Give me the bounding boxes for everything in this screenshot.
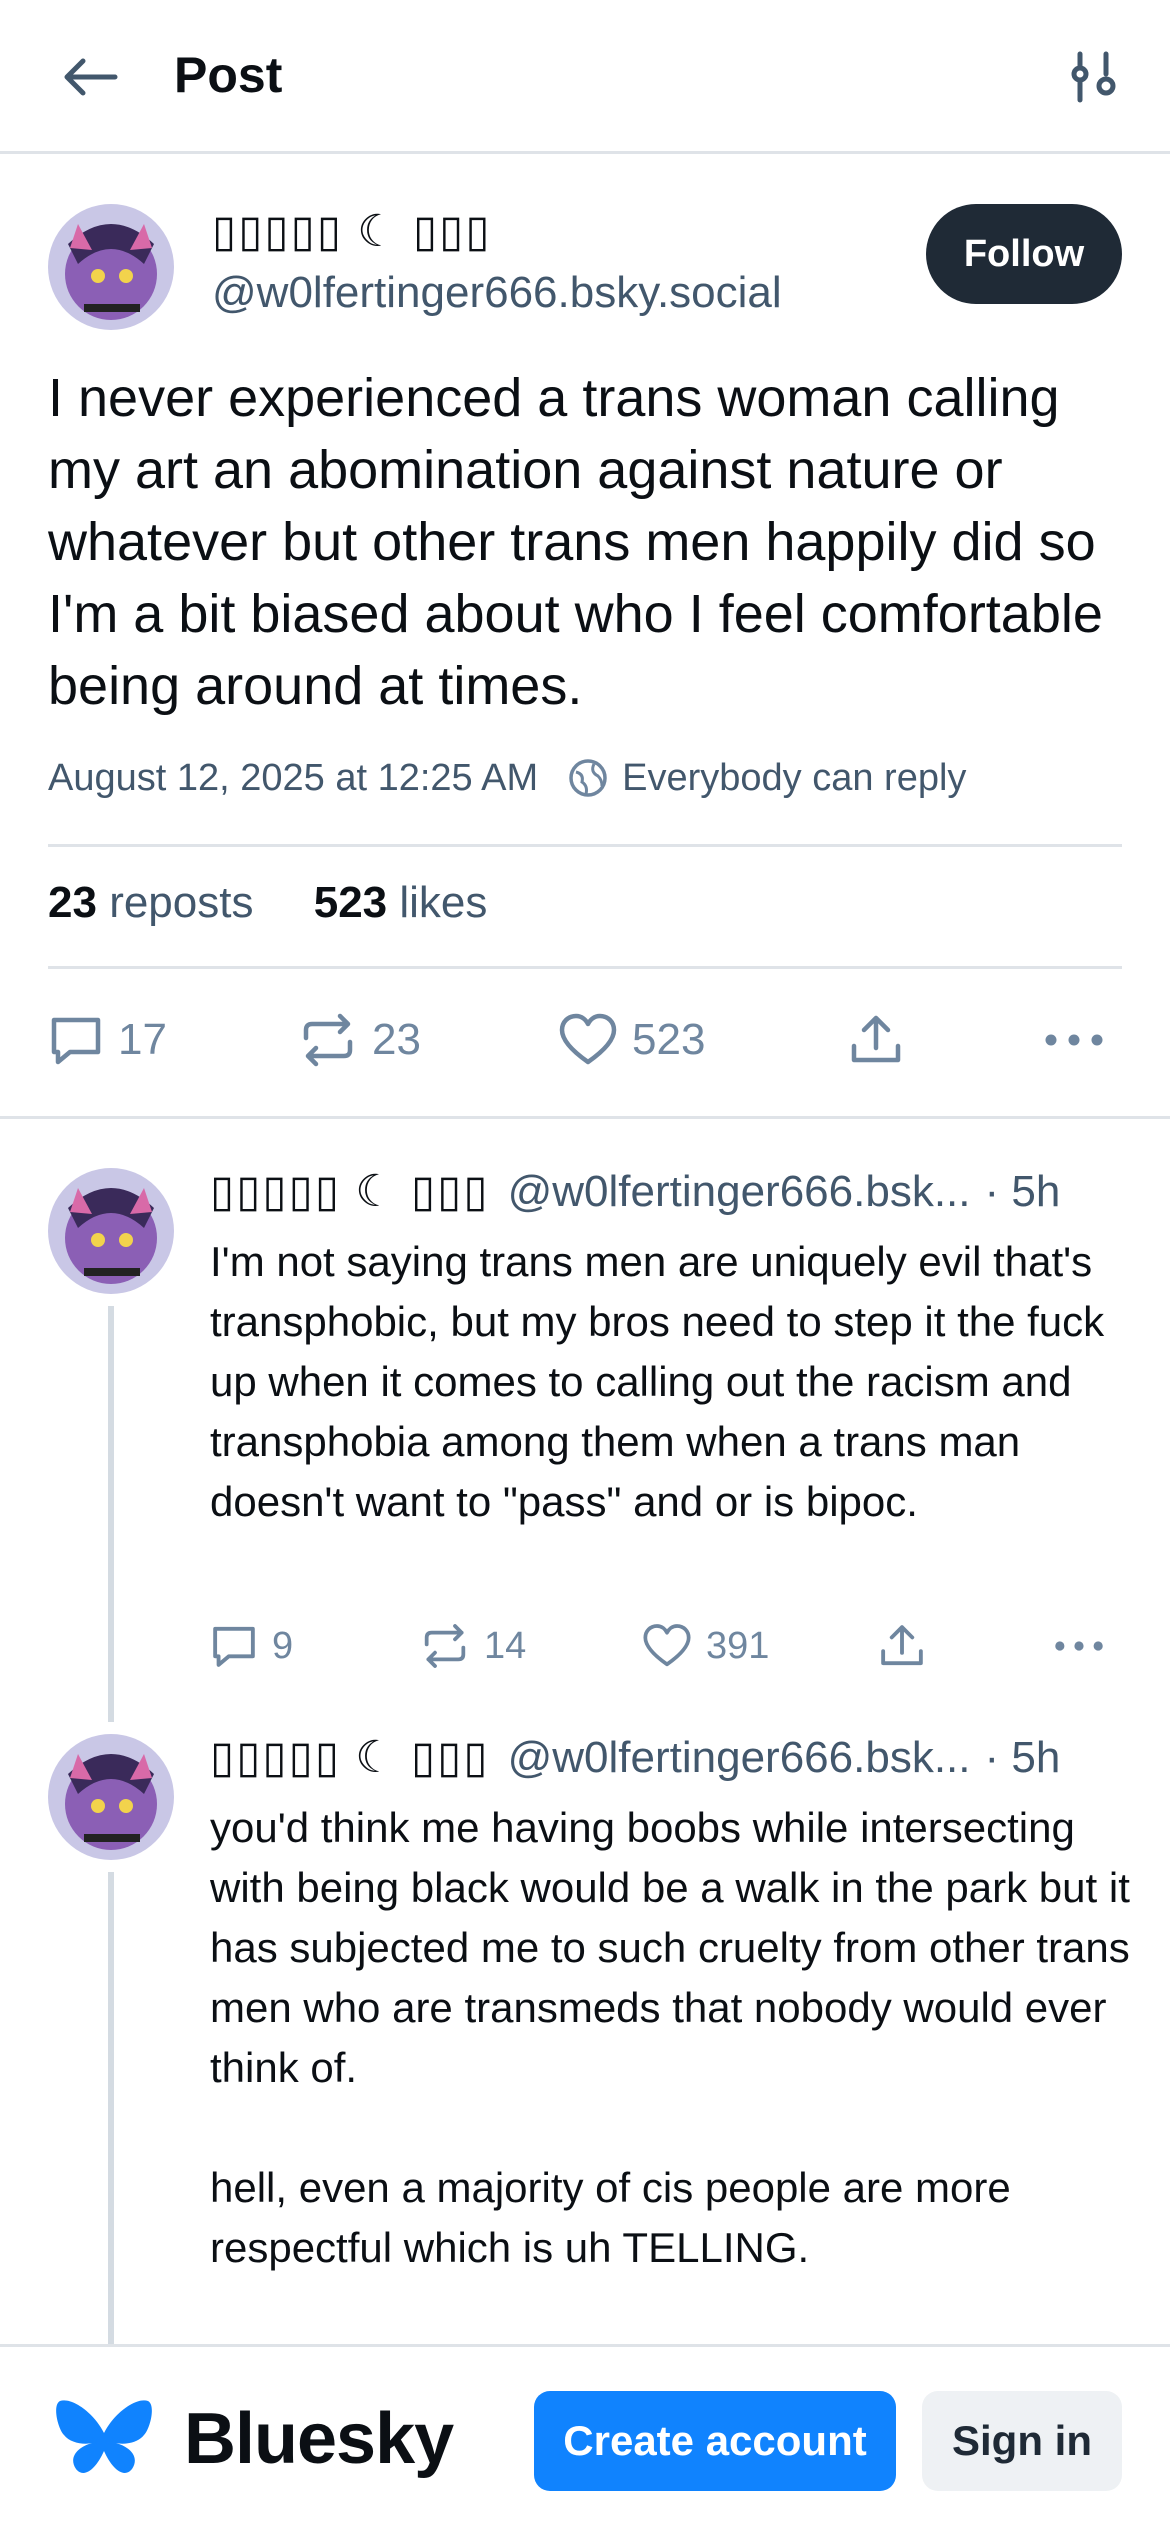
reply-avatar[interactable] xyxy=(48,1734,174,1860)
reply-handle[interactable]: @w0lfertinger666.bsk... xyxy=(508,1167,971,1217)
reply-button[interactable]: 9 xyxy=(210,1622,420,1670)
share-icon xyxy=(851,1015,901,1063)
reply-setting-label[interactable]: Everybody can reply xyxy=(622,757,966,800)
share-button[interactable] xyxy=(848,1012,1028,1068)
like-button[interactable]: 523 xyxy=(558,1012,848,1068)
reply-count: 17 xyxy=(118,1015,167,1064)
thread-settings-button[interactable] xyxy=(1056,40,1130,114)
share-button[interactable] xyxy=(878,1622,1038,1670)
divider xyxy=(48,844,1122,847)
reply-text: you'd think me having boobs while inters… xyxy=(210,1804,1130,2271)
reply-icon xyxy=(213,1626,255,1667)
repost-button[interactable]: 14 xyxy=(420,1622,642,1670)
like-count: 391 xyxy=(706,1624,770,1667)
thread-line xyxy=(108,1306,114,1722)
reply-age[interactable]: · 5h xyxy=(985,1167,1061,1217)
reply-display-name[interactable]: ▯▯▯▯▯ ☾ ▯▯▯ xyxy=(210,1166,490,1217)
reply-header: ▯▯▯▯▯ ☾ ▯▯▯ @w0lfertinger666.bsk... · 5h xyxy=(210,1732,1060,1783)
reply-display-name[interactable]: ▯▯▯▯▯ ☾ ▯▯▯ xyxy=(210,1732,490,1783)
top-bar: Post xyxy=(0,0,1170,154)
thread-line xyxy=(108,1872,114,2344)
reply-handle[interactable]: @w0lfertinger666.bsk... xyxy=(508,1733,971,1783)
divider xyxy=(0,1116,1170,1119)
back-button[interactable] xyxy=(52,40,126,114)
sliders-icon xyxy=(1071,51,1116,103)
more-options-button[interactable] xyxy=(1028,1033,1122,1047)
author-avatar[interactable] xyxy=(48,204,174,330)
brand-name: Bluesky xyxy=(184,2399,454,2479)
engagement-stats: 23 reposts 523 likes xyxy=(48,878,487,928)
reply-icon xyxy=(51,1017,101,1065)
bottom-bar: Bluesky Create account Sign in xyxy=(0,2344,1170,2532)
like-count: 523 xyxy=(632,1015,706,1064)
reposts-stat[interactable]: 23 reposts xyxy=(48,878,253,927)
more-icon xyxy=(1045,1034,1103,1046)
bluesky-logo[interactable]: Bluesky xyxy=(54,2395,454,2483)
heart-icon xyxy=(643,1624,691,1667)
share-icon xyxy=(881,1625,923,1666)
likes-stat[interactable]: 523 likes xyxy=(314,878,488,927)
repost-button[interactable]: 23 xyxy=(298,1012,558,1068)
reply-actions: 9 14 391 xyxy=(210,1618,1122,1674)
create-account-button[interactable]: Create account xyxy=(534,2391,896,2491)
reply-age[interactable]: · 5h xyxy=(985,1733,1061,1783)
repost-icon xyxy=(303,1013,353,1067)
post-timestamp[interactable]: August 12, 2025 at 12:25 AM xyxy=(48,757,538,800)
reply-count: 9 xyxy=(272,1624,294,1667)
reply-header: ▯▯▯▯▯ ☾ ▯▯▯ @w0lfertinger666.bsk... · 5h xyxy=(210,1166,1060,1217)
heart-icon xyxy=(559,1013,617,1065)
reply-avatar[interactable] xyxy=(48,1168,174,1294)
arrow-left-icon xyxy=(64,58,118,96)
reply-text: I'm not saying trans men are uniquely ev… xyxy=(210,1238,1105,1525)
page-title: Post xyxy=(174,47,283,103)
like-button[interactable]: 391 xyxy=(642,1622,878,1670)
repost-icon xyxy=(424,1624,466,1668)
sign-in-button[interactable]: Sign in xyxy=(922,2391,1122,2491)
more-icon xyxy=(1055,1641,1103,1651)
post-meta: August 12, 2025 at 12:25 AM Everybody ca… xyxy=(48,756,966,800)
post-actions: 17 23 523 xyxy=(48,1010,1122,1070)
more-options-button[interactable] xyxy=(1038,1640,1122,1652)
follow-button[interactable]: Follow xyxy=(926,204,1122,304)
butterfly-icon xyxy=(56,2400,152,2473)
post-text: I never experienced a trans woman callin… xyxy=(48,368,1103,716)
divider xyxy=(48,966,1122,969)
repost-count: 14 xyxy=(484,1624,527,1667)
globe-icon xyxy=(566,756,610,800)
repost-count: 23 xyxy=(372,1015,421,1064)
reply-button[interactable]: 17 xyxy=(48,1012,298,1068)
author-display-name[interactable]: ▯▯▯▯▯ ☾ ▯▯▯ xyxy=(212,206,492,257)
author-handle[interactable]: @w0lfertinger666.bsky.social xyxy=(212,268,782,318)
